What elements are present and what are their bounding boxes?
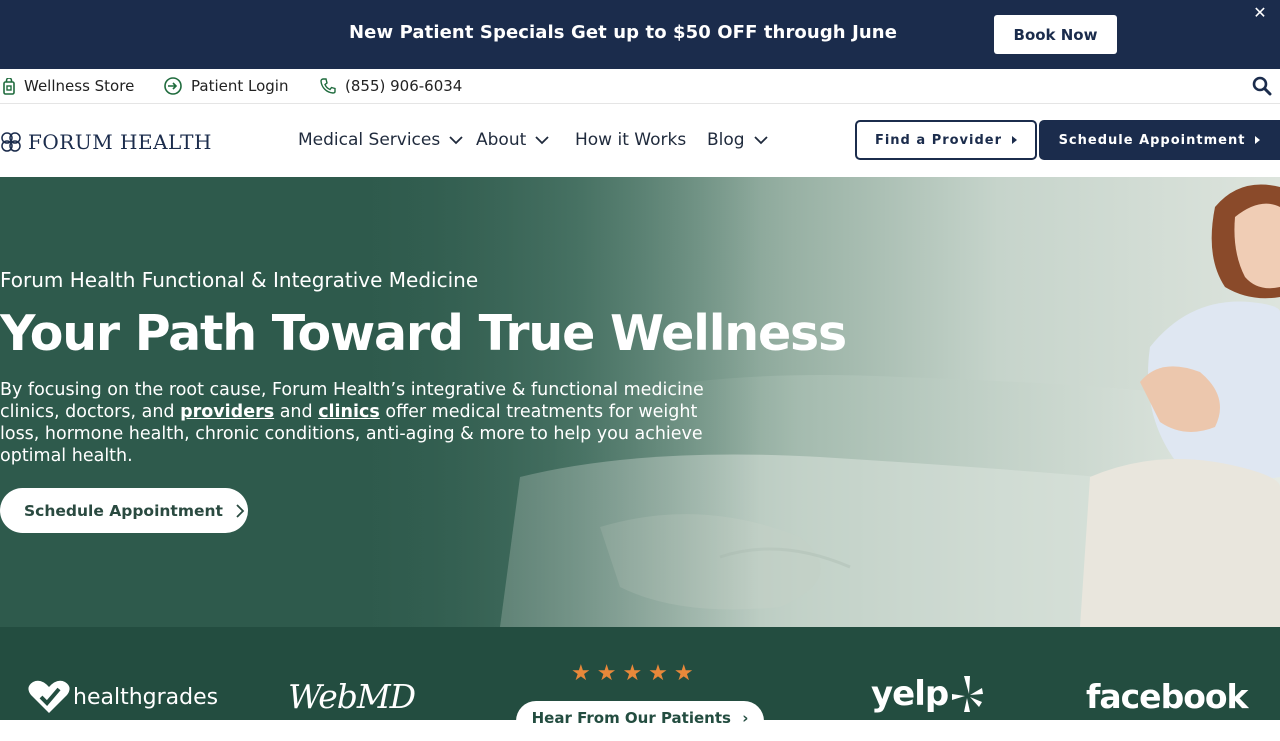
schedule-appointment-label: Schedule Appointment bbox=[1058, 132, 1246, 148]
webmd-logo[interactable]: WebMD bbox=[288, 677, 416, 716]
wellness-store-link[interactable]: Wellness Store bbox=[2, 75, 134, 97]
main-nav: FORUM HEALTH Medical Services About How … bbox=[0, 104, 1280, 177]
caret-right-icon bbox=[1012, 136, 1018, 144]
hero-body-text: and bbox=[274, 402, 319, 422]
chevron-right-icon bbox=[236, 503, 245, 518]
nav-item-label: About bbox=[476, 130, 527, 150]
search-icon[interactable] bbox=[1252, 76, 1272, 96]
promo-text: New Patient Specials Get up to $50 OFF t… bbox=[349, 22, 898, 43]
phone-number: (855) 906-6034 bbox=[345, 77, 463, 95]
patient-login-link[interactable]: Patient Login bbox=[163, 75, 288, 97]
nav-item-label: Medical Services bbox=[298, 130, 441, 150]
book-now-button[interactable]: Book Now bbox=[994, 15, 1117, 54]
close-icon[interactable]: ✕ bbox=[1251, 4, 1269, 24]
caret-right-icon bbox=[1255, 136, 1261, 144]
healthgrades-wordmark: healthgrades bbox=[73, 684, 219, 710]
hear-from-patients-label: Hear From Our Patients bbox=[531, 709, 731, 727]
hero-title: Your Path Toward True Wellness bbox=[0, 305, 847, 362]
yelp-logo[interactable]: yelp bbox=[871, 674, 984, 714]
hero-section: Forum Health Functional & Integrative Me… bbox=[0, 177, 1280, 627]
wellness-store-label: Wellness Store bbox=[24, 77, 135, 95]
yelp-wordmark: yelp bbox=[871, 674, 949, 714]
store-bag-icon bbox=[3, 77, 15, 95]
logo-mark-icon bbox=[1, 132, 21, 152]
clinics-link[interactable]: clinics bbox=[318, 402, 380, 422]
find-provider-button[interactable]: Find a Provider bbox=[855, 120, 1037, 160]
nav-about[interactable]: About bbox=[476, 128, 549, 152]
promo-banner: New Patient Specials Get up to $50 OFF t… bbox=[0, 0, 1280, 69]
schedule-appointment-button[interactable]: Schedule Appointment bbox=[1039, 120, 1280, 160]
facebook-logo[interactable]: facebook bbox=[1086, 677, 1248, 716]
logo-text: FORUM HEALTH bbox=[28, 130, 212, 154]
hear-from-patients-button[interactable]: Hear From Our Patients › bbox=[516, 701, 764, 741]
login-icon bbox=[164, 77, 182, 95]
find-provider-label: Find a Provider bbox=[874, 132, 1003, 148]
review-logos-strip: healthgrades WebMD ★★★★★ Hear From Our P… bbox=[0, 627, 1280, 741]
hero-schedule-button[interactable]: Schedule Appointment bbox=[0, 488, 248, 533]
chevron-down-icon bbox=[449, 135, 463, 144]
chevron-down-icon bbox=[753, 135, 768, 144]
healthgrades-heart-icon bbox=[28, 680, 70, 713]
nav-item-label: How it Works bbox=[575, 130, 687, 150]
patient-login-label: Patient Login bbox=[191, 77, 289, 95]
chevron-down-icon bbox=[535, 135, 549, 144]
yelp-burst-icon bbox=[952, 676, 984, 712]
hero-description: By focusing on the root cause, Forum Hea… bbox=[0, 379, 716, 467]
phone-link[interactable]: (855) 906-6034 bbox=[319, 75, 462, 97]
five-star-rating: ★★★★★ bbox=[571, 660, 700, 685]
phone-icon bbox=[320, 78, 336, 94]
nav-how-it-works[interactable]: How it Works bbox=[575, 128, 686, 152]
utility-bar: Wellness Store Patient Login (855) 906-6… bbox=[0, 69, 1280, 104]
chevron-right-icon: › bbox=[742, 709, 749, 727]
healthgrades-logo[interactable]: healthgrades bbox=[27, 679, 218, 715]
nav-item-label: Blog bbox=[707, 130, 745, 150]
hero-eyebrow: Forum Health Functional & Integrative Me… bbox=[0, 268, 479, 292]
providers-link[interactable]: providers bbox=[180, 402, 274, 422]
hero-schedule-label: Schedule Appointment bbox=[24, 501, 223, 520]
nav-blog[interactable]: Blog bbox=[707, 128, 768, 152]
nav-medical-services[interactable]: Medical Services bbox=[298, 128, 463, 152]
forum-health-logo[interactable]: FORUM HEALTH bbox=[0, 130, 212, 154]
